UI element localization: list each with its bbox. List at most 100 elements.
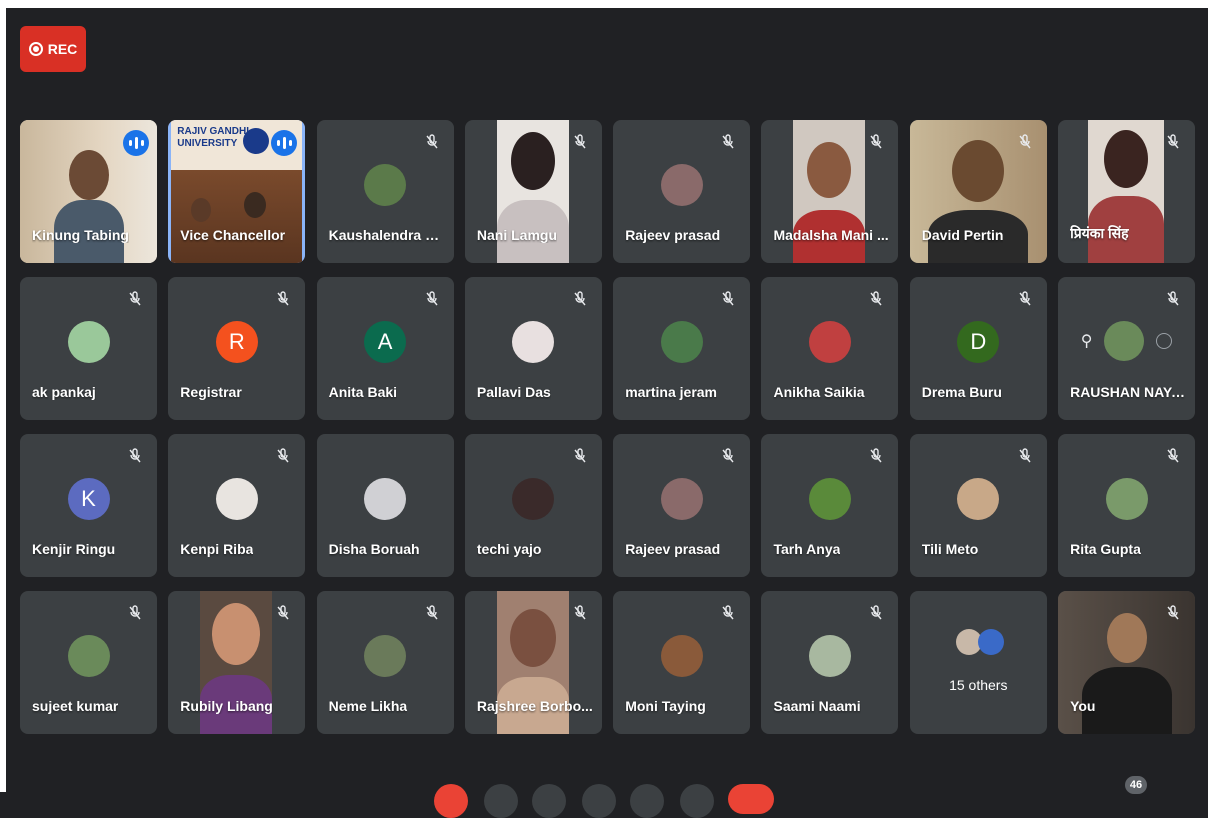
mic-off-icon [570, 603, 590, 623]
mic-off-icon [570, 446, 590, 466]
participant-name: Neme Likha [328, 698, 408, 714]
participant-avatar-photo [957, 478, 1000, 520]
mic-off-icon [718, 132, 738, 152]
participant-tile[interactable]: Rajshree Borbo... [464, 591, 602, 734]
participant-name: Rita Gupta [1070, 541, 1141, 557]
participant-tile[interactable]: Rajeev prasad [613, 120, 751, 263]
participant-name: You [1070, 698, 1096, 714]
mic-off-icon [866, 603, 886, 623]
mic-off-icon [1163, 603, 1183, 623]
participant-tile[interactable]: Nani Lamgu [464, 120, 602, 263]
participant-name: Tarh Anya [773, 541, 841, 557]
participant-tile[interactable]: A Anita Baki [316, 277, 454, 420]
leave-call-button[interactable] [728, 784, 774, 814]
mic-off-icon [422, 132, 442, 152]
participant-tile[interactable]: ak pankaj [20, 277, 157, 420]
participant-avatar-photo [364, 164, 407, 206]
participant-grid: Kinung Tabing RAJIV GANDHI UNIVERSITY Vi… [20, 120, 1196, 734]
participant-avatar-photo [67, 635, 110, 677]
participant-avatar-photo [1105, 478, 1148, 520]
participant-tile[interactable]: Saami Naami [761, 591, 899, 734]
captions-button[interactable] [532, 784, 566, 818]
participant-avatar-photo [1104, 321, 1145, 361]
participant-tile[interactable]: Anikha Saikia [761, 277, 899, 420]
mic-toggle-button[interactable] [434, 784, 468, 818]
participant-name: Madalsha Mani ... [773, 227, 889, 243]
present-button[interactable] [630, 784, 664, 818]
participant-avatar-photo [512, 321, 555, 363]
participant-name: प्रियंका सिंह [1070, 225, 1129, 241]
mic-off-icon [273, 603, 293, 623]
participant-initial-avatar: A [364, 321, 407, 363]
participant-tile[interactable]: David Pertin [909, 120, 1047, 263]
participant-tile[interactable]: Tarh Anya [761, 434, 899, 577]
participant-avatar-photo [215, 478, 258, 520]
participant-tile[interactable]: K Kenjir Ringu [20, 434, 157, 577]
participant-avatar-photo [67, 321, 110, 363]
mic-off-icon [125, 603, 145, 623]
more-options-button[interactable] [680, 784, 714, 818]
participant-avatar-photo [808, 635, 851, 677]
others-tile[interactable]: 15 others [909, 591, 1047, 734]
screen-left-edge [0, 0, 6, 792]
recording-label: REC [47, 41, 78, 57]
participant-tile[interactable]: Rajeev prasad [613, 434, 751, 577]
participant-name: Moni Taying [625, 698, 706, 714]
participant-tile[interactable]: Disha Boruah [316, 434, 454, 577]
record-icon [28, 42, 43, 56]
mic-off-icon [125, 446, 145, 466]
remove-icon[interactable] [1156, 333, 1173, 349]
participant-initial-avatar: D [957, 321, 1000, 363]
mic-off-icon [570, 289, 590, 309]
participant-tile[interactable]: Rubily Libang [168, 591, 306, 734]
camera-toggle-button[interactable] [484, 784, 518, 818]
participant-tile[interactable]: Kenpi Riba [168, 434, 306, 577]
participant-tile[interactable]: Tili Meto [909, 434, 1047, 577]
participant-name: Registrar [180, 384, 242, 400]
participant-name: Kinung Tabing [32, 227, 129, 243]
participant-tile[interactable]: RAJIV GANDHI UNIVERSITY Vice Chancellor [168, 120, 306, 263]
participant-name: David Pertin [921, 227, 1004, 243]
participant-tile[interactable]: Kaushalendra Pr... [316, 120, 454, 263]
participant-avatar-photo [364, 635, 407, 677]
participant-name: Kaushalendra Pr... [328, 227, 447, 243]
participant-tile[interactable]: Kinung Tabing [20, 120, 157, 263]
pin-icon[interactable]: ⚲ [1081, 331, 1093, 351]
participant-name: Anita Baki [328, 384, 398, 400]
participant-tile[interactable]: Rita Gupta [1058, 434, 1196, 577]
participant-tile[interactable]: D Drema Buru [909, 277, 1047, 420]
participant-tile[interactable]: techi yajo [464, 434, 602, 577]
participant-name: Saami Naami [773, 698, 861, 714]
participant-name: Anikha Saikia [773, 384, 865, 400]
mic-off-icon [422, 289, 442, 309]
participant-name: Rubily Libang [180, 698, 273, 714]
participant-tile[interactable]: R Registrar [168, 277, 306, 420]
participant-count-badge[interactable]: 46 [1125, 776, 1147, 794]
mic-off-icon [1015, 132, 1035, 152]
raise-hand-button[interactable] [582, 784, 616, 818]
participant-tile[interactable]: Pallavi Das [464, 277, 602, 420]
participant-name: Pallavi Das [476, 384, 551, 400]
mic-off-icon [866, 289, 886, 309]
mic-off-icon [1163, 446, 1183, 466]
participant-tile[interactable]: martina jeram [613, 277, 751, 420]
participant-name: Kenjir Ringu [32, 541, 116, 557]
participant-tile[interactable]: Madalsha Mani ... [761, 120, 899, 263]
participant-avatar-photo [808, 321, 851, 363]
mic-off-icon [422, 603, 442, 623]
participant-tile[interactable]: ⚲ RAUSHAN NAYAK [1058, 277, 1196, 420]
participant-tile[interactable]: sujeet kumar [20, 591, 157, 734]
recording-indicator[interactable]: REC [20, 26, 86, 72]
participant-initial-avatar: K [67, 478, 110, 520]
participant-tile[interactable]: Moni Taying [613, 591, 751, 734]
participant-name: Rajshree Borbo... [476, 698, 593, 714]
mic-off-icon [273, 289, 293, 309]
participant-initial-avatar: R [215, 321, 258, 363]
participant-tile[interactable]: प्रियंका सिंह [1058, 120, 1196, 263]
university-seal [243, 128, 270, 154]
participant-tile[interactable]: Neme Likha [316, 591, 454, 734]
speaking-icon [123, 130, 149, 156]
participant-avatar-photo [512, 478, 555, 520]
self-tile[interactable]: You [1058, 591, 1196, 734]
logo-text-line2: UNIVERSITY [177, 138, 238, 149]
